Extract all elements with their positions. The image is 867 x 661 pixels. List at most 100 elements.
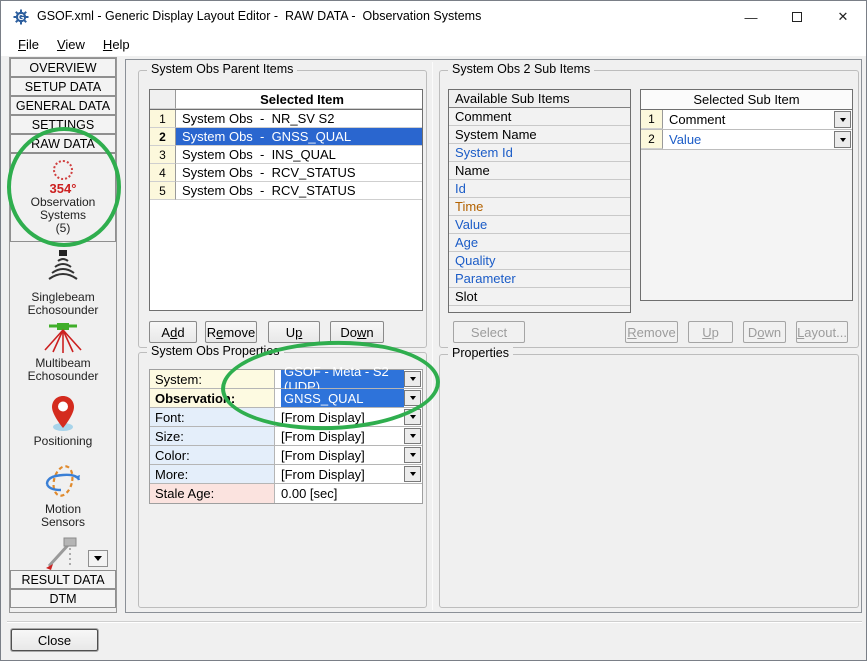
menu-view[interactable]: View (48, 35, 94, 54)
list-item[interactable]: System Id (449, 144, 630, 162)
system-combo-value[interactable]: GSOF - Meta - S2 (UDP) (281, 370, 404, 388)
footer-divider (7, 621, 862, 623)
chevron-down-icon (840, 118, 846, 122)
properties-right-group: Properties (439, 354, 859, 608)
table-row[interactable]: 3 System Obs - INS_QUAL (150, 146, 422, 164)
property-row-more: More: [From Display] (150, 465, 422, 484)
title-bar: G GSOF.xml - Generic Display Layout Edit… (1, 1, 866, 33)
sidebar-item-dtm[interactable]: DTM (10, 589, 116, 608)
font-combo-value[interactable]: [From Display] (275, 408, 422, 426)
list-item[interactable]: Name (449, 162, 630, 180)
color-label: Color: (150, 446, 275, 464)
list-item[interactable]: Slot (449, 288, 630, 306)
sidebar-item-raw-data[interactable]: RAW DATA (10, 134, 116, 153)
color-combo-value[interactable]: [From Display] (275, 446, 422, 464)
sidebar-scroll-dropdown-button[interactable] (88, 550, 108, 567)
color-combo-arrow-button[interactable] (404, 447, 421, 463)
up-button[interactable]: Up (268, 321, 320, 343)
add-button[interactable]: Add (149, 321, 197, 343)
more-combo-value[interactable]: [From Display] (275, 465, 422, 483)
sidebar-item-positioning[interactable]: Positioning (10, 394, 116, 448)
font-combo-arrow-button[interactable] (404, 409, 421, 425)
table-row[interactable]: 2 Value (641, 130, 852, 150)
more-combo-arrow-button[interactable] (404, 466, 421, 482)
table-row[interactable]: 1 Comment (641, 110, 852, 130)
minimize-button[interactable]: — (728, 1, 774, 33)
sidebar-item-overview[interactable]: OVERVIEW (10, 58, 116, 77)
list-item[interactable]: Time (449, 198, 630, 216)
singlebeam-echosounder-icon (42, 248, 84, 288)
system-combo-arrow-button[interactable] (404, 371, 421, 387)
layout-button[interactable]: Layout... (796, 321, 848, 343)
sidebar-item-result-data[interactable]: RESULT DATA (10, 570, 116, 589)
sidebar-item-multibeam-echosounder[interactable]: Multibeam Echosounder (10, 322, 116, 383)
chevron-down-icon (410, 472, 416, 476)
chevron-down-icon (410, 396, 416, 400)
table-row[interactable]: 1 System Obs - NR_SV S2 (150, 110, 422, 128)
list-item[interactable]: Id (449, 180, 630, 198)
size-combo-value[interactable]: [From Display] (275, 427, 422, 445)
sidebar-item-setup-data[interactable]: SETUP DATA (10, 77, 116, 96)
heading-circle-icon (53, 160, 73, 180)
chevron-down-icon (410, 453, 416, 457)
sidebar-item-settings[interactable]: SETTINGS (10, 115, 116, 134)
sub-items-group: System Obs 2 Sub Items Available Sub Ite… (439, 70, 859, 348)
down-button[interactable]: Down (330, 321, 384, 343)
selected-sub-item-header: Selected Sub Item (641, 90, 852, 110)
list-item[interactable]: Age (449, 234, 630, 252)
menu-file[interactable]: File (9, 35, 48, 54)
close-window-button[interactable]: ✕ (820, 1, 866, 33)
list-item[interactable]: Comment (449, 108, 630, 126)
properties-left-group-title: System Obs Properties (147, 344, 284, 358)
sub-item-combo-arrow-button[interactable] (834, 131, 851, 148)
sub-down-button[interactable]: Down (743, 321, 786, 343)
size-label: Size: (150, 427, 275, 445)
chevron-down-icon (840, 138, 846, 142)
more-label: More: (150, 465, 275, 483)
sidebar: OVERVIEW SETUP DATA GENERAL DATA SETTING… (9, 57, 117, 613)
stale-age-label: Stale Age: (150, 484, 275, 503)
size-combo-arrow-button[interactable] (404, 428, 421, 444)
list-item[interactable]: Quality (449, 252, 630, 270)
parent-items-table-header: Selected Item (150, 90, 422, 110)
table-row-selected[interactable]: 2 System Obs - GNSS_QUAL (150, 128, 422, 146)
minimize-icon: — (745, 10, 758, 25)
sidebar-item-general-data[interactable]: GENERAL DATA (10, 96, 116, 115)
parent-items-table: Selected Item 1 System Obs - NR_SV S2 2 … (149, 89, 423, 311)
chevron-down-icon (410, 377, 416, 381)
available-sub-items-header: Available Sub Items (449, 90, 630, 108)
heading-angle-label: 354° (11, 181, 115, 196)
property-row-color: Color: [From Display] (150, 446, 422, 465)
maximize-button[interactable] (774, 1, 820, 33)
sub-remove-button[interactable]: Remove (625, 321, 678, 343)
list-item[interactable]: System Name (449, 126, 630, 144)
parent-items-group: System Obs Parent Items Selected Item 1 … (138, 70, 427, 348)
available-sub-items-list: Available Sub Items Comment System Name … (448, 89, 631, 313)
remove-button[interactable]: Remove (205, 321, 257, 343)
menu-help[interactable]: Help (94, 35, 139, 54)
font-label: Font: (150, 408, 275, 426)
positioning-icon (49, 394, 77, 432)
select-button[interactable]: Select (453, 321, 525, 343)
sub-up-button[interactable]: Up (688, 321, 733, 343)
total-station-icon (41, 536, 85, 570)
sub-item-combo-arrow-button[interactable] (834, 111, 851, 128)
stale-age-value[interactable]: 0.00 [sec] (275, 484, 422, 503)
list-item[interactable]: Parameter (449, 270, 630, 288)
sub-items-group-title: System Obs 2 Sub Items (448, 62, 594, 76)
list-item[interactable]: Value (449, 216, 630, 234)
observation-combo-value[interactable]: GNSS_QUAL (281, 389, 404, 407)
properties-grid: System: GSOF - Meta - S2 (UDP) Observati… (149, 369, 423, 504)
sidebar-item-motion-sensors[interactable]: Motion Sensors (10, 462, 116, 529)
close-button[interactable]: Close (11, 629, 98, 651)
window-title: GSOF.xml - Generic Display Layout Editor… (37, 9, 481, 23)
observation-combo-arrow-button[interactable] (404, 390, 421, 406)
table-row[interactable]: 4 System Obs - RCV_STATUS (150, 164, 422, 182)
property-row-size: Size: [From Display] (150, 427, 422, 446)
sidebar-item-observation-systems[interactable]: 354° Observation Systems (5) (10, 153, 116, 242)
svg-text:G: G (18, 12, 25, 22)
table-row[interactable]: 5 System Obs - RCV_STATUS (150, 182, 422, 200)
maximize-icon (792, 12, 802, 22)
sidebar-item-singlebeam-echosounder[interactable]: Singlebeam Echosounder (10, 248, 116, 317)
panel-divider (432, 62, 433, 610)
